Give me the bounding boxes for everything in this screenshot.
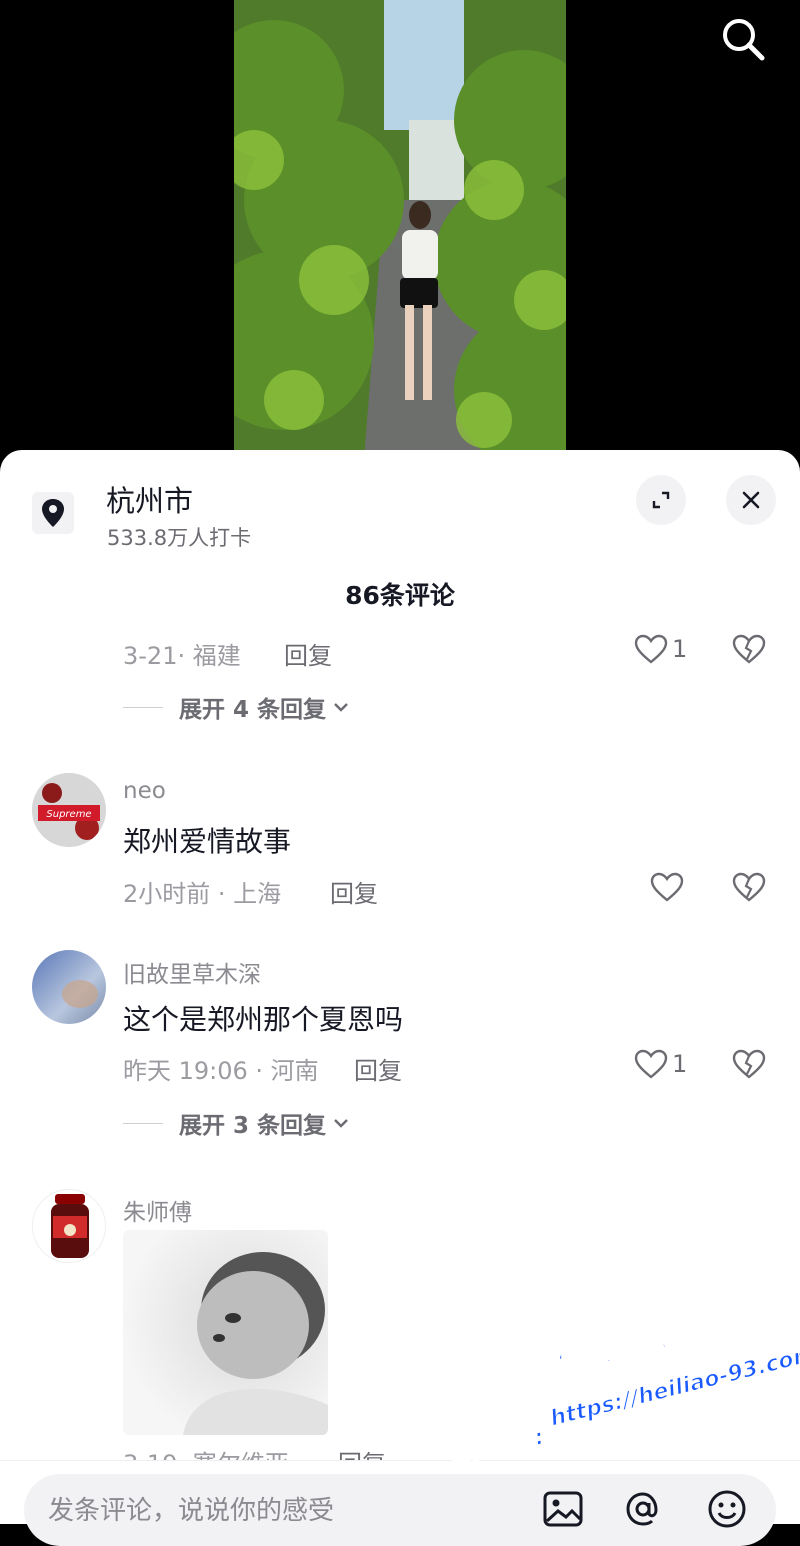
reply-button[interactable]: 回复 <box>354 1051 402 1086</box>
expand-replies-button[interactable]: 展开 4 条回复 <box>123 690 352 724</box>
comment-text: 这个是郑州那个夏恩吗 <box>123 1003 404 1036</box>
image-button[interactable] <box>540 1486 586 1532</box>
like-button[interactable]: 1 <box>634 1049 687 1079</box>
comments-count-title: 86条评论 <box>345 581 455 610</box>
chevron-down-icon <box>334 703 348 712</box>
broken-heart-icon <box>732 634 766 664</box>
avatar-image <box>32 950 106 1024</box>
search-button[interactable] <box>716 12 770 66</box>
comment-username[interactable]: 旧故里草木深 <box>123 955 261 989</box>
reply-button[interactable]: 回复 <box>330 874 378 909</box>
chevron-down-icon <box>334 1119 348 1128</box>
heart-icon <box>650 872 684 902</box>
mention-button[interactable] <box>620 1486 666 1532</box>
location-checkins: 533.8万人打卡 <box>107 526 252 550</box>
location-name[interactable]: 杭州市 <box>106 478 193 520</box>
comment-username[interactable]: neo <box>123 778 166 804</box>
comment-image[interactable] <box>123 1230 328 1435</box>
close-button[interactable] <box>726 475 776 525</box>
close-icon <box>742 491 760 509</box>
heart-icon <box>634 634 668 664</box>
emoji-icon <box>708 1490 746 1528</box>
dislike-button[interactable] <box>732 634 766 668</box>
at-icon <box>626 1492 658 1526</box>
heart-icon <box>634 1049 668 1079</box>
divider <box>123 1122 163 1124</box>
comment-meta: 3-21· 福建 <box>123 642 241 670</box>
comment-meta: 2小时前 · 上海 <box>123 880 282 908</box>
comment-input-placeholder: 发条评论，说说你的感受 <box>48 1496 335 1526</box>
avatar[interactable]: Supreme <box>32 773 106 847</box>
emoji-button[interactable] <box>704 1486 750 1532</box>
expand-sheet-button[interactable] <box>636 475 686 525</box>
broken-heart-icon <box>732 872 766 902</box>
divider <box>123 706 163 708</box>
baby-photo <box>123 1230 328 1435</box>
like-button[interactable] <box>650 872 684 902</box>
comment-text: 郑州爱情故事 <box>123 825 292 858</box>
like-button[interactable]: 1 <box>634 634 687 664</box>
video-player[interactable] <box>0 0 800 470</box>
avatar-logo-text: Supreme <box>46 809 91 820</box>
search-icon <box>723 19 765 61</box>
expand-replies-label: 展开 4 条回复 <box>179 697 327 723</box>
location-pin-icon <box>42 499 64 527</box>
avatar-image: Supreme <box>32 773 106 847</box>
avatar[interactable] <box>32 950 106 1024</box>
video-scene <box>234 0 566 460</box>
comment-meta: 昨天 19:06 · 河南 <box>123 1057 319 1085</box>
image-icon <box>543 1491 583 1527</box>
video-frame[interactable] <box>234 0 566 460</box>
avatar-image <box>33 1190 105 1262</box>
broken-heart-icon <box>732 1049 766 1079</box>
reply-button[interactable]: 回复 <box>284 636 332 671</box>
dislike-button[interactable] <box>732 1049 766 1083</box>
expand-icon <box>652 491 670 509</box>
expand-replies-label: 展开 3 条回复 <box>179 1113 327 1139</box>
avatar[interactable] <box>32 1189 106 1263</box>
expand-replies-button[interactable]: 展开 3 条回复 <box>123 1106 352 1140</box>
dislike-button[interactable] <box>732 872 766 906</box>
like-count: 1 <box>672 635 688 663</box>
location-button[interactable] <box>32 492 74 534</box>
comment-username[interactable]: 朱师傅 <box>123 1193 192 1227</box>
like-count: 1 <box>672 1050 688 1078</box>
